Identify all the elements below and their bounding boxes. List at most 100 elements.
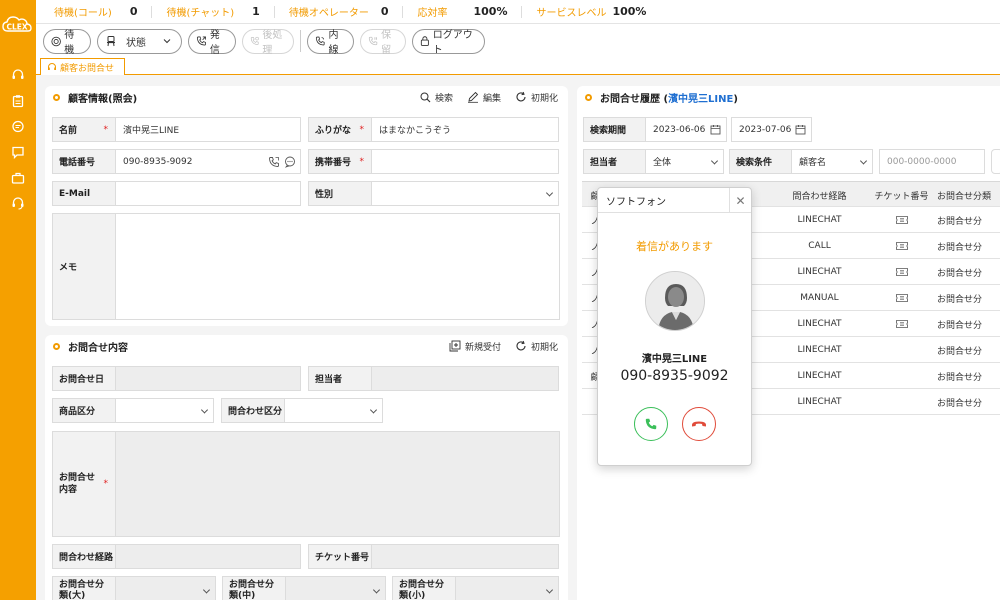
condition-select: 検索条件 顧客名 [729, 149, 873, 174]
status-service-level: サービスレベル 100% [536, 0, 646, 24]
search-button[interactable]: 検索 [420, 91, 453, 104]
inquiry-title: お問合せ内容 [68, 342, 128, 354]
history-search-button[interactable] [991, 149, 1000, 174]
name-value[interactable]: 濱中晃三LINE [116, 118, 300, 141]
close-icon[interactable]: ✕ [729, 188, 751, 213]
logout-button[interactable]: ログアウト [412, 28, 485, 56]
chat-bubble-icon[interactable] [9, 118, 27, 136]
new-reception-label: 新規受付 [464, 342, 501, 353]
memo-field: メモ [52, 213, 560, 320]
class-medium-select: お問合せ分類(中) [222, 576, 386, 600]
reset-label: 初期化 [530, 93, 558, 104]
status-label: サービスレベル [536, 8, 607, 19]
status-value: 0 [129, 5, 138, 18]
status-bar: 待機(コール) 0 待機(チャット) 1 待機オペレーター 0 応対率 100%… [36, 0, 1000, 24]
class-cell: お問合せ分 [937, 346, 983, 357]
class-small-value[interactable] [456, 577, 558, 600]
state-select[interactable]: 状態 [97, 28, 182, 54]
ticket-icon[interactable] [895, 242, 908, 250]
inquiry-date-field: お問合せ日 [52, 366, 301, 391]
ticket-cell [869, 259, 934, 285]
email-field: E-Mail [52, 181, 301, 206]
calendar-icon[interactable] [710, 124, 721, 135]
status-label: 応対率 [417, 8, 448, 19]
route-label: 問合わせ経路 [59, 553, 114, 563]
class-cell: お問合せ分 [937, 216, 983, 227]
divider [273, 5, 275, 18]
status-value: 100% [473, 5, 508, 18]
briefcase-icon[interactable] [9, 169, 27, 187]
ticket-label: チケット番号 [315, 553, 370, 563]
reset-button[interactable]: 初期化 [515, 91, 558, 104]
hold-button[interactable]: 保留 [360, 28, 406, 56]
support-headset-icon[interactable] [9, 194, 27, 212]
ticket-cell [869, 337, 934, 363]
message-icon[interactable] [9, 143, 27, 161]
edit-button[interactable]: 編集 [467, 91, 501, 104]
memo-value[interactable] [116, 214, 559, 319]
ticket-icon[interactable] [895, 294, 908, 302]
answer-call-button[interactable] [634, 407, 668, 441]
route-cell: LINECHAT [797, 319, 842, 329]
extension-button[interactable]: 内線 [307, 28, 354, 56]
chair-icon [107, 36, 115, 47]
tab-bar: 顧客お問合せ [36, 58, 1000, 75]
class-medium-value[interactable] [286, 577, 385, 600]
divider [151, 5, 153, 18]
chevron-down-icon [200, 405, 209, 414]
phone-icon [250, 36, 259, 45]
email-value[interactable] [116, 182, 300, 205]
dial-button[interactable]: 発信 [188, 28, 236, 56]
phone-hangup-icon [692, 421, 706, 427]
toolbar: 待機 状態 発信 後処理 内線 保留 ログアウト [36, 24, 1000, 58]
route-cell: MANUAL [800, 293, 839, 303]
ticket-icon[interactable] [895, 216, 908, 224]
class-cell: お問合せ分 [937, 294, 983, 305]
svg-text:CLEX: CLEX [7, 23, 28, 32]
sms-icon[interactable] [284, 156, 296, 168]
date-from-value[interactable]: 2023-06-06 [653, 125, 705, 135]
gender-value[interactable] [372, 182, 558, 205]
hold-label: 保留 [381, 30, 392, 56]
avatar [645, 271, 705, 331]
phone-value[interactable]: 090-8935-9092 [123, 157, 192, 167]
calendar-icon[interactable] [795, 124, 806, 135]
divider [402, 5, 404, 18]
headset-icon[interactable] [9, 66, 27, 84]
column-header: 問合わせ経路 [792, 191, 847, 202]
ticket-icon[interactable] [895, 320, 908, 328]
column-header: チケット番号 [874, 191, 929, 202]
after-work-button[interactable]: 後処理 [242, 28, 294, 56]
gender-select: 性別 [308, 181, 559, 206]
column-header: お問合せ分類 [937, 191, 992, 202]
section-dot-icon [53, 93, 60, 101]
product-category-value[interactable] [116, 399, 213, 422]
class-large-label: お問合せ分類(大) [59, 580, 105, 600]
assignee-value [372, 367, 558, 390]
section-dot-icon [53, 342, 60, 350]
kana-value[interactable]: はまなかこうぞう [372, 118, 558, 141]
period-label: 検索期間 [590, 126, 627, 136]
required-mark: * [359, 124, 365, 135]
required-mark: * [103, 479, 109, 489]
product-category-select: 商品区分 [52, 398, 214, 423]
standby-button[interactable]: 待機 [43, 28, 91, 56]
date-to-value[interactable]: 2023-07-06 [739, 125, 791, 135]
inquiry-content-field: お問合せ内容 * [52, 431, 560, 537]
new-reception-button[interactable]: 新規受付 [449, 340, 501, 353]
tab-customer-inquiry[interactable]: 顧客お問合せ [40, 58, 126, 75]
class-large-value[interactable] [116, 577, 215, 600]
extension-label: 内線 [328, 30, 339, 56]
inquiry-reset-button[interactable]: 初期化 [515, 340, 558, 353]
inquiry-content-label: お問合せ内容 [59, 473, 96, 495]
phone-call-icon[interactable] [268, 156, 280, 168]
ticket-icon[interactable] [895, 268, 908, 276]
clipboard-icon[interactable] [9, 92, 27, 110]
reject-call-button[interactable] [682, 407, 716, 441]
route-value [116, 545, 300, 568]
mobile-value[interactable] [372, 150, 558, 173]
inquiry-category-value[interactable] [285, 399, 382, 422]
class-small-label: お問合せ分類(小) [399, 580, 445, 600]
inquiry-date-value [116, 367, 300, 390]
route-cell: LINECHAT [797, 397, 842, 407]
